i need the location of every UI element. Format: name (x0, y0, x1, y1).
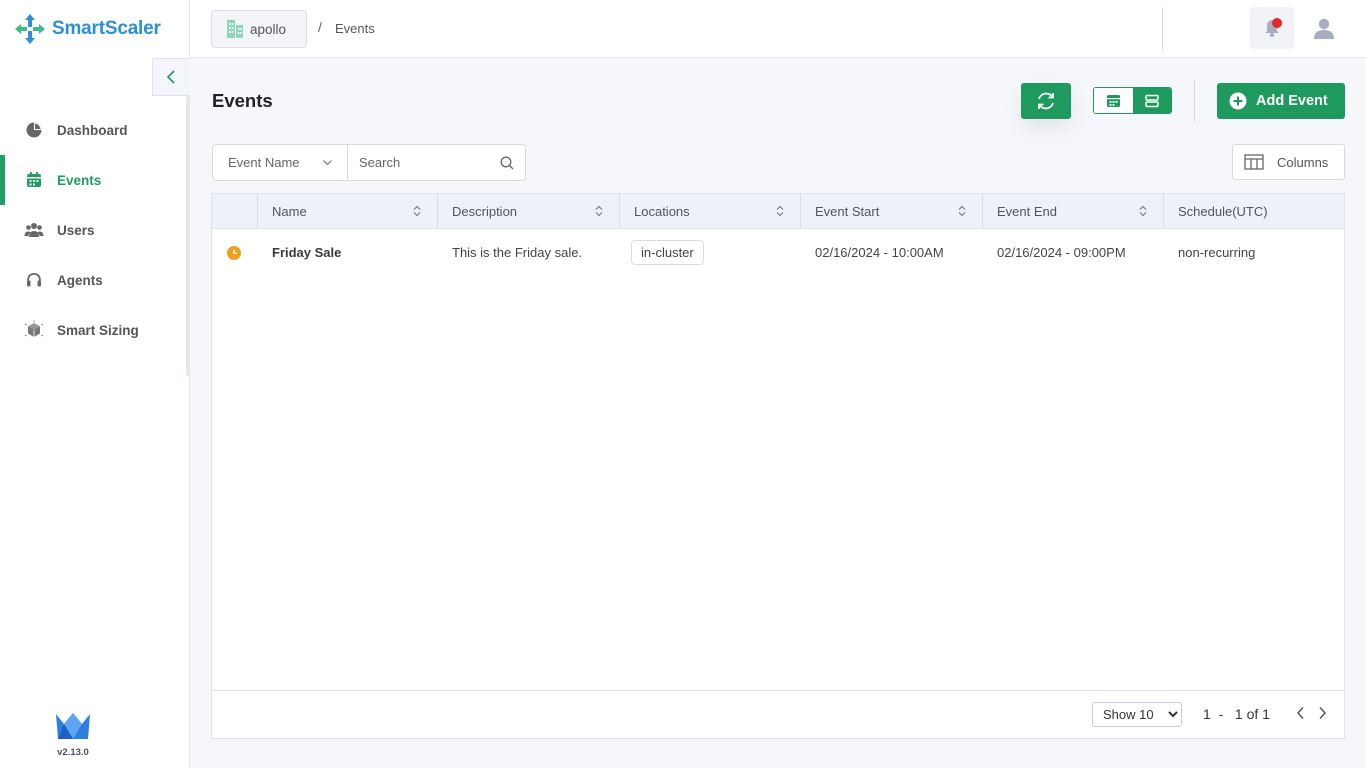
search-field (348, 145, 525, 180)
previous-page-icon[interactable] (1295, 706, 1307, 720)
chevron-down-icon (323, 160, 332, 166)
notification-badge (1272, 18, 1282, 28)
sidebar-item-label: Users (57, 222, 95, 238)
columns-label: Columns (1277, 154, 1329, 170)
table-header: Name Description Locations Event Start E… (212, 194, 1344, 229)
sidebar-item-events[interactable]: Events (0, 155, 189, 205)
filter-field-select[interactable]: Event Name (213, 145, 348, 180)
column-header-locations[interactable]: Locations (620, 194, 801, 229)
list-icon (1145, 94, 1159, 107)
column-header-event-start[interactable]: Event Start (801, 194, 983, 229)
cube-icon (24, 320, 44, 340)
refresh-button[interactable] (1021, 83, 1071, 119)
user-avatar-icon (1314, 18, 1334, 39)
events-table: Name Description Locations Event Start E… (211, 193, 1345, 739)
table-row[interactable]: Friday Sale This is the Friday sale. in-… (212, 229, 1344, 276)
calendar-icon (1106, 95, 1120, 107)
row-status-cell (212, 229, 258, 276)
breadcrumb-separator: / (318, 19, 322, 35)
sidebar-item-agents[interactable]: Agents (0, 255, 189, 305)
column-header-label: Name (272, 204, 307, 219)
headset-icon (24, 270, 44, 290)
app-version: v2.13.0 (57, 747, 89, 758)
row-location-cell: in-cluster (620, 229, 801, 276)
clock-icon (227, 245, 241, 260)
table-footer: Show 10 Show 20 Show 50 1 - 1 of 1 (212, 690, 1344, 738)
search-icon[interactable] (500, 156, 514, 170)
filter-field-label: Event Name (228, 155, 300, 170)
crown-logo-icon (56, 713, 90, 739)
next-page-icon[interactable] (1316, 706, 1328, 720)
column-header-status (212, 194, 258, 229)
chevron-left-icon (166, 70, 175, 84)
toolbar-divider (1194, 80, 1195, 122)
version-block: v2.13.0 (50, 712, 96, 758)
pagination-range: 1 - 1 of 1 (1203, 706, 1270, 722)
sidebar-item-label: Dashboard (57, 122, 128, 138)
plus-circle-icon (1229, 92, 1247, 110)
pie-chart-icon (24, 120, 44, 140)
workspace-selector[interactable]: apollo (211, 10, 307, 48)
column-header-label: Schedule(UTC) (1178, 204, 1268, 219)
row-event-end: 02/16/2024 - 09:00PM (997, 245, 1126, 260)
column-header-label: Locations (634, 204, 690, 219)
calendar-view-button[interactable] (1094, 88, 1133, 113)
columns-icon (1244, 154, 1264, 170)
header-divider (1162, 7, 1163, 50)
sidebar-item-label: Events (57, 172, 102, 188)
list-view-button[interactable] (1132, 88, 1171, 113)
column-header-schedule[interactable]: Schedule(UTC) (1164, 194, 1344, 229)
app-logo[interactable]: SmartScaler (14, 12, 161, 46)
add-event-button[interactable]: Add Event (1217, 83, 1345, 119)
workspace-name: apollo (250, 21, 287, 37)
sort-icon[interactable] (413, 205, 421, 217)
row-description: This is the Friday sale. (452, 245, 583, 260)
sort-icon[interactable] (776, 205, 784, 217)
add-event-label: Add Event (1256, 93, 1328, 109)
sidebar-item-users[interactable]: Users (0, 205, 189, 255)
column-header-description[interactable]: Description (438, 194, 620, 229)
notifications-button[interactable] (1250, 7, 1294, 49)
column-header-name[interactable]: Name (258, 194, 438, 229)
sort-icon[interactable] (1139, 205, 1147, 217)
search-input[interactable] (348, 145, 488, 180)
collapse-sidebar-button[interactable] (152, 58, 190, 96)
page-title: Events (212, 90, 273, 111)
column-header-label: Event Start (815, 204, 880, 219)
column-header-label: Description (452, 204, 518, 219)
column-header-label: Event End (997, 204, 1057, 219)
top-header: apollo / Events (190, 0, 1366, 58)
sidebar-item-label: Agents (57, 272, 103, 288)
filter-bar: Event Name (212, 144, 526, 181)
columns-button[interactable]: Columns (1232, 144, 1345, 180)
sidebar-item-smart-sizing[interactable]: Smart Sizing (0, 305, 189, 355)
building-icon (227, 20, 243, 38)
breadcrumb-current: Events (335, 21, 375, 36)
users-icon (24, 220, 44, 240)
user-menu-button[interactable] (1310, 14, 1338, 42)
location-tag: in-cluster (631, 240, 704, 265)
app-name: SmartScaler (52, 18, 161, 39)
page-size-select[interactable]: Show 10 Show 20 Show 50 (1092, 702, 1182, 727)
calendar-icon (24, 170, 44, 190)
sidebar: SmartScaler Dashboard Events Users Agent… (0, 0, 190, 768)
sidebar-nav: Dashboard Events Users Agents Smart Sizi… (0, 105, 189, 355)
logo-icon (15, 14, 45, 44)
row-schedule: non-recurring (1178, 245, 1256, 260)
row-event-start: 02/16/2024 - 10:00AM (815, 245, 944, 260)
sort-icon[interactable] (595, 205, 603, 217)
sidebar-item-dashboard[interactable]: Dashboard (0, 105, 189, 155)
sort-icon[interactable] (958, 205, 966, 217)
refresh-icon (1038, 92, 1054, 110)
column-header-event-end[interactable]: Event End (983, 194, 1164, 229)
row-name[interactable]: Friday Sale (258, 229, 438, 276)
view-toggle (1093, 87, 1172, 114)
sidebar-item-label: Smart Sizing (57, 322, 139, 338)
